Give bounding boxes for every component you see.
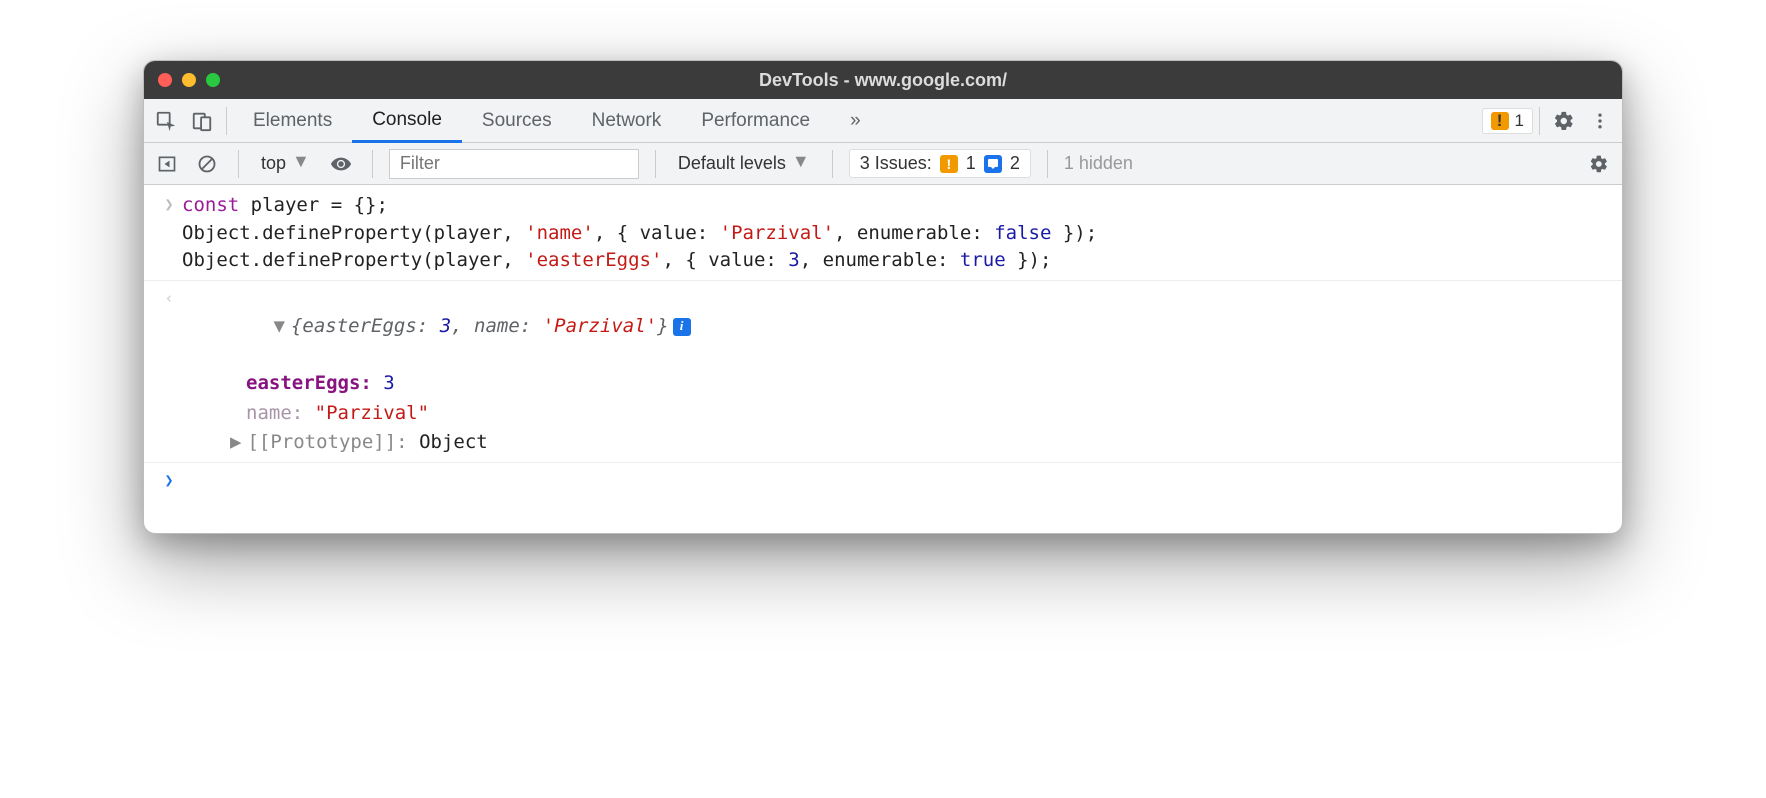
prototype-label: [[Prototype]] bbox=[247, 431, 396, 453]
divider bbox=[832, 150, 833, 178]
more-menu-icon[interactable] bbox=[1582, 103, 1618, 139]
input-prompt-icon: ❯ bbox=[156, 192, 182, 275]
object-prototype-row: ▶[[Prototype]]: Object bbox=[144, 428, 1622, 458]
console-settings-gear-icon[interactable] bbox=[1584, 149, 1614, 179]
console-input[interactable] bbox=[182, 468, 1610, 492]
context-selector[interactable]: top▼ bbox=[255, 153, 316, 174]
property-key: easterEggs bbox=[246, 372, 360, 394]
console-output: ❯ const player = {}; Object.defineProper… bbox=[144, 185, 1622, 533]
divider bbox=[226, 107, 227, 135]
divider bbox=[144, 280, 1622, 281]
result-preview[interactable]: ▼{easterEggs: 3, name: 'Parzival'}i bbox=[182, 286, 1610, 369]
console-toolbar: top▼ Default levels▼ 3 Issues: ! 1 2 1 h… bbox=[144, 143, 1622, 185]
console-input-row: ❯ const player = {}; Object.defineProper… bbox=[144, 191, 1622, 276]
devtools-window: DevTools - www.google.com/ Elements Cons… bbox=[143, 60, 1623, 534]
tabs-overflow-button[interactable]: » bbox=[830, 99, 881, 142]
expand-arrow-icon[interactable]: ▼ bbox=[274, 315, 285, 337]
warning-icon: ! bbox=[1491, 112, 1509, 130]
log-levels-selector[interactable]: Default levels▼ bbox=[672, 153, 816, 174]
issues-badge[interactable]: ! 1 bbox=[1482, 108, 1533, 134]
tab-network[interactable]: Network bbox=[572, 99, 682, 142]
maximize-window-button[interactable] bbox=[206, 73, 220, 87]
property-value: 3 bbox=[383, 372, 394, 394]
close-window-button[interactable] bbox=[158, 73, 172, 87]
hidden-messages-label[interactable]: 1 hidden bbox=[1064, 153, 1133, 174]
object-property-row: name: "Parzival" bbox=[144, 399, 1622, 429]
window-title: DevTools - www.google.com/ bbox=[144, 70, 1622, 91]
warn-count: 1 bbox=[1515, 111, 1524, 131]
property-key: name bbox=[246, 402, 292, 424]
clear-console-icon[interactable] bbox=[192, 149, 222, 179]
tab-performance[interactable]: Performance bbox=[681, 99, 830, 142]
output-indicator-icon: ‹ bbox=[156, 286, 182, 369]
console-result-row: ‹ ▼{easterEggs: 3, name: 'Parzival'}i bbox=[144, 285, 1622, 370]
divider bbox=[144, 462, 1622, 463]
inspect-element-icon[interactable] bbox=[148, 103, 184, 139]
minimize-window-button[interactable] bbox=[182, 73, 196, 87]
divider bbox=[238, 150, 239, 178]
sidebar-toggle-icon[interactable] bbox=[152, 149, 182, 179]
property-value: "Parzival" bbox=[315, 402, 429, 424]
titlebar: DevTools - www.google.com/ bbox=[144, 61, 1622, 99]
divider bbox=[655, 150, 656, 178]
object-property-row: easterEggs: 3 bbox=[144, 369, 1622, 399]
console-prompt-row[interactable]: ❯ bbox=[144, 467, 1622, 493]
dropdown-icon: ▼ bbox=[792, 151, 810, 172]
divider bbox=[372, 150, 373, 178]
tab-console[interactable]: Console bbox=[352, 100, 462, 143]
settings-gear-icon[interactable] bbox=[1546, 103, 1582, 139]
tab-elements[interactable]: Elements bbox=[233, 99, 352, 142]
live-expression-icon[interactable] bbox=[326, 149, 356, 179]
prototype-value: Object bbox=[419, 431, 488, 453]
tab-sources[interactable]: Sources bbox=[462, 99, 572, 142]
info-icon bbox=[984, 155, 1002, 173]
divider bbox=[1539, 107, 1540, 135]
panel-tabbar: Elements Console Sources Network Perform… bbox=[144, 99, 1622, 143]
window-controls bbox=[158, 73, 220, 87]
device-toolbar-icon[interactable] bbox=[184, 103, 220, 139]
filter-input[interactable] bbox=[389, 149, 639, 179]
warning-icon: ! bbox=[940, 155, 958, 173]
info-badge-icon[interactable]: i bbox=[673, 318, 691, 336]
dropdown-icon: ▼ bbox=[292, 151, 310, 172]
expand-arrow-icon[interactable]: ▶ bbox=[230, 431, 241, 453]
issues-summary[interactable]: 3 Issues: ! 1 2 bbox=[849, 149, 1031, 178]
input-prompt-icon: ❯ bbox=[156, 468, 182, 492]
divider bbox=[1047, 150, 1048, 178]
code-line[interactable]: const player = {}; Object.defineProperty… bbox=[182, 192, 1610, 275]
